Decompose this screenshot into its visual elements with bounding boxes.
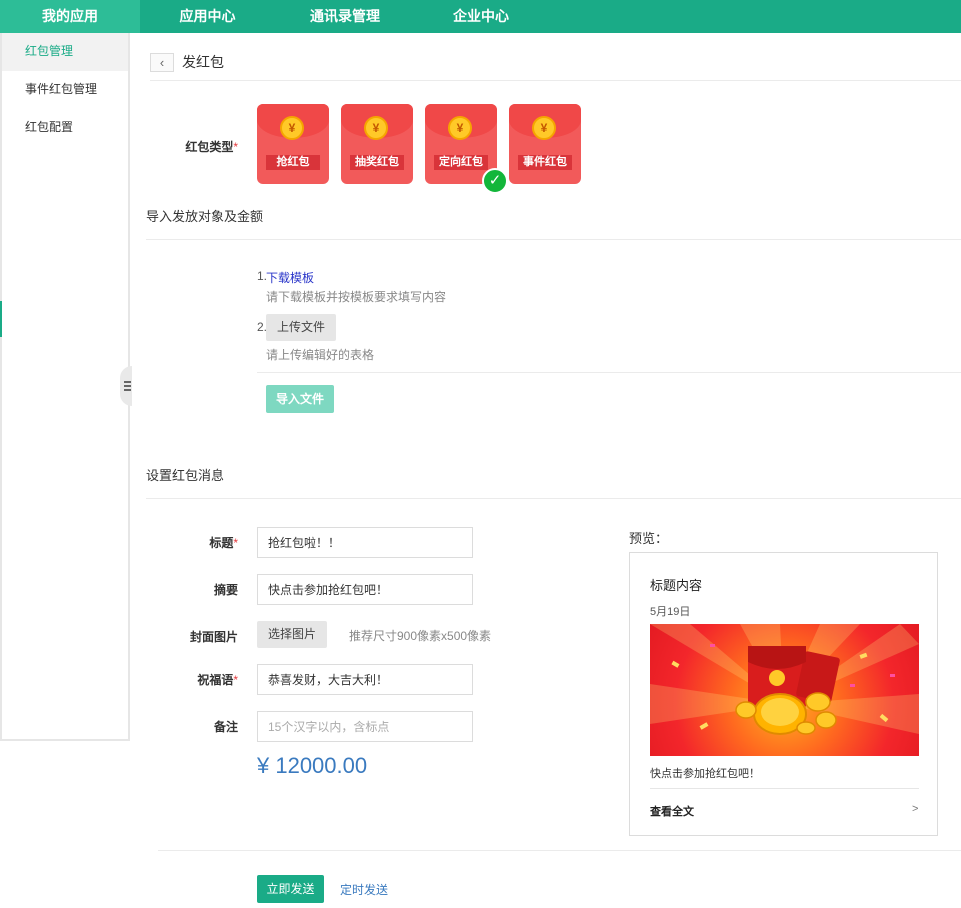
page-header: ‹ 发红包 bbox=[150, 52, 224, 72]
packet-option-grab[interactable]: ¥ 抢红包 bbox=[257, 104, 329, 184]
remark-label: 备注 bbox=[213, 720, 238, 734]
coin-icon: ¥ bbox=[532, 116, 556, 140]
total-amount: ¥ 12000.00 bbox=[257, 753, 368, 778]
red-packet-illustration bbox=[650, 624, 919, 735]
message-section-title: 设置红包消息 bbox=[146, 468, 225, 483]
tab-contacts[interactable]: 通讯录管理 bbox=[275, 0, 415, 33]
packet-option-event[interactable]: ¥ 事件红包 bbox=[509, 104, 581, 184]
divider bbox=[650, 788, 919, 789]
title-label: 标题* bbox=[209, 536, 238, 550]
preview-card: 标题内容 5月19日 快点击参加抢红包吧！ 查看全文 > bbox=[629, 552, 938, 836]
sidebar-item-event-packet-management[interactable]: 事件红包管理 bbox=[2, 71, 128, 109]
send-now-button[interactable]: 立即发送 bbox=[257, 875, 324, 903]
summary-label: 摘要 bbox=[213, 583, 238, 597]
preview-cover-image bbox=[650, 624, 919, 756]
packet-option-label: 定向红包 bbox=[434, 155, 488, 170]
preview-label: 预览： bbox=[629, 531, 669, 546]
menu-icon bbox=[124, 381, 131, 391]
import-section-title: 导入发放对象及金额 bbox=[146, 209, 264, 224]
page-title: 发红包 bbox=[182, 54, 224, 70]
divider bbox=[146, 239, 961, 240]
chevron-right-icon: > bbox=[912, 803, 919, 815]
packet-option-label: 事件红包 bbox=[518, 155, 572, 170]
packet-option-directed[interactable]: ¥ 定向红包 ✓ bbox=[425, 104, 508, 194]
send-timed-link[interactable]: 定时发送 bbox=[340, 881, 388, 898]
read-all-link[interactable]: 查看全文 bbox=[650, 803, 694, 819]
check-icon: ✓ bbox=[482, 168, 508, 194]
tab-app-center[interactable]: 应用中心 bbox=[140, 0, 275, 33]
upload-file-button[interactable]: 上传文件 bbox=[266, 314, 337, 341]
sidebar-item-packet-config[interactable]: 红包配置 bbox=[2, 109, 128, 147]
coin-icon: ¥ bbox=[448, 116, 472, 140]
import-file-button[interactable]: 导入文件 bbox=[266, 385, 334, 413]
divider bbox=[257, 372, 961, 373]
preview-date: 5月19日 bbox=[650, 606, 691, 618]
sidebar-item-packet-management[interactable]: 红包管理 bbox=[2, 33, 128, 71]
divider bbox=[146, 498, 961, 499]
cover-size-hint: 推荐尺寸900像素x500像素 bbox=[349, 629, 492, 643]
sidebar: 红包管理 事件红包管理 红包配置 bbox=[0, 33, 132, 741]
title-input[interactable] bbox=[257, 527, 473, 558]
coin-icon: ¥ bbox=[280, 116, 304, 140]
chevron-left-icon: ‹ bbox=[159, 54, 165, 70]
remark-input[interactable] bbox=[257, 711, 473, 742]
upload-hint: 请上传编辑好的表格 bbox=[266, 348, 375, 362]
tab-my-apps[interactable]: 我的应用 bbox=[0, 0, 140, 33]
coin-icon: ¥ bbox=[364, 116, 388, 140]
preview-title: 标题内容 bbox=[650, 578, 703, 593]
back-button[interactable]: ‹ bbox=[150, 52, 174, 72]
divider bbox=[150, 80, 961, 81]
tab-enterprise[interactable]: 企业中心 bbox=[415, 0, 547, 33]
summary-input[interactable] bbox=[257, 574, 473, 605]
cover-label: 封面图片 bbox=[189, 630, 238, 644]
preview-summary: 快点击参加抢红包吧！ bbox=[650, 768, 760, 780]
blessing-input[interactable] bbox=[257, 664, 473, 695]
packet-option-label: 抽奖红包 bbox=[350, 155, 404, 170]
download-hint: 请下载模板并按模板要求填写内容 bbox=[266, 290, 447, 304]
packet-type-label: 红包类型* bbox=[185, 140, 238, 154]
sidebar-collapse-handle[interactable] bbox=[120, 366, 132, 406]
download-template-link[interactable]: 下载模板 bbox=[266, 269, 314, 286]
packet-option-label: 抢红包 bbox=[266, 155, 320, 170]
packet-type-options: ¥ 抢红包 ¥ 抽奖红包 ¥ 定向红包 ✓ ¥ 事件红包 bbox=[257, 104, 581, 194]
blessing-label: 祝福语* bbox=[197, 673, 238, 687]
sidebar-active-marker bbox=[0, 301, 2, 337]
choose-image-button[interactable]: 选择图片 bbox=[257, 621, 328, 648]
packet-option-lottery[interactable]: ¥ 抽奖红包 bbox=[341, 104, 413, 184]
top-nav: 我的应用 应用中心 通讯录管理 企业中心 bbox=[0, 0, 961, 33]
divider bbox=[158, 850, 961, 851]
